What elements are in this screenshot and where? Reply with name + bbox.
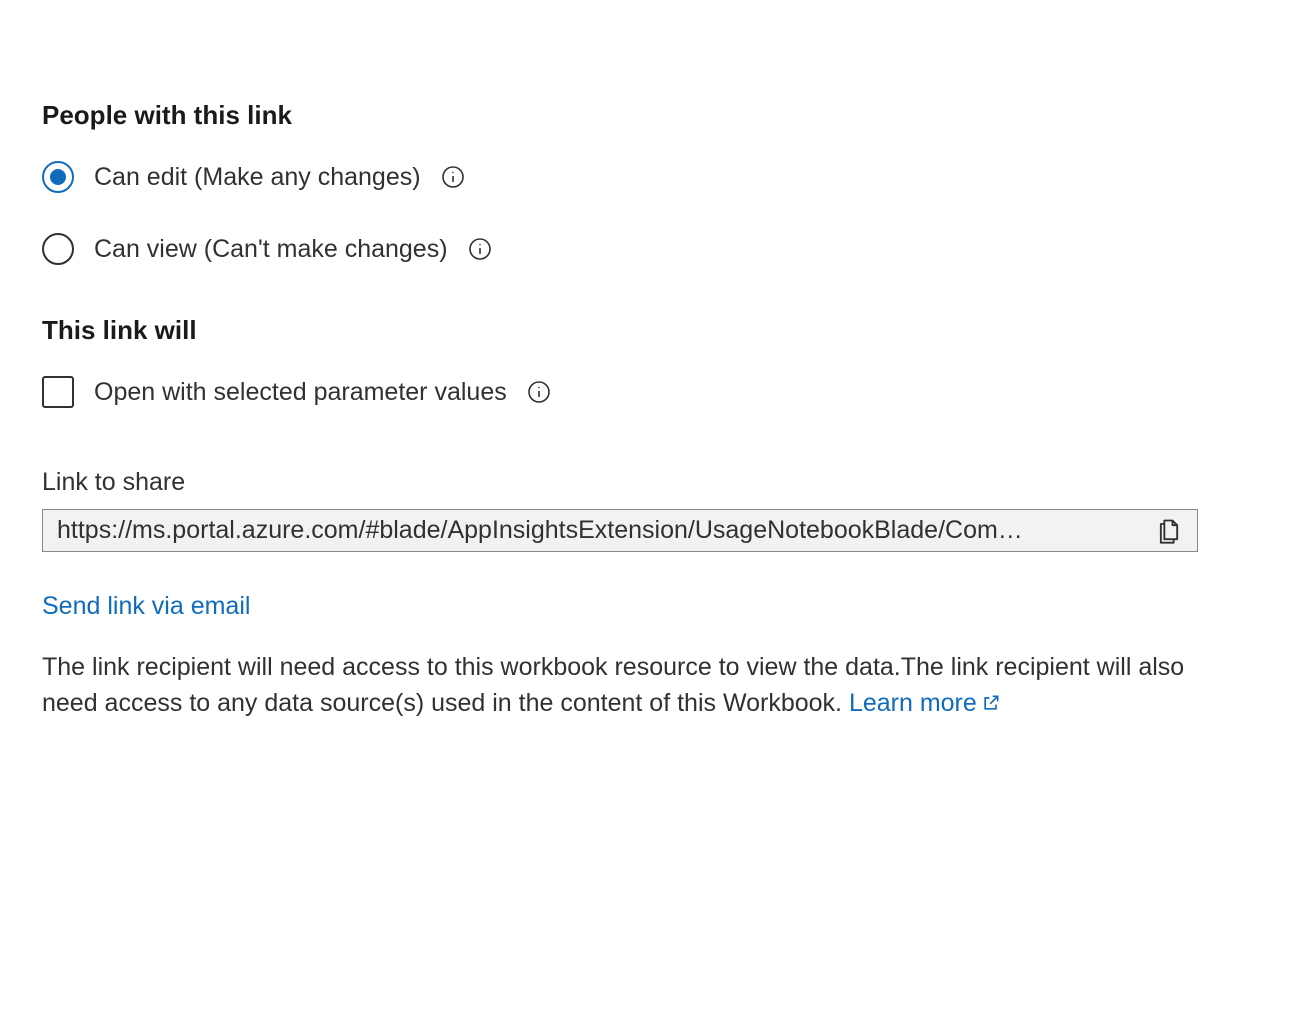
radio-row-can-edit[interactable]: Can edit (Make any changes) bbox=[42, 161, 1261, 193]
external-link-icon bbox=[981, 693, 1001, 713]
radio-can-edit-label: Can edit (Make any changes) bbox=[94, 163, 421, 192]
copy-icon[interactable] bbox=[1155, 517, 1183, 545]
permissions-radio-group: Can edit (Make any changes) Can view (Ca… bbox=[42, 161, 1261, 265]
send-email-link[interactable]: Send link via email bbox=[42, 592, 250, 621]
link-to-share-label: Link to share bbox=[42, 468, 1261, 497]
permissions-heading: People with this link bbox=[42, 100, 1261, 131]
link-input-container bbox=[42, 509, 1198, 552]
info-icon[interactable] bbox=[527, 380, 551, 404]
info-icon[interactable] bbox=[441, 165, 465, 189]
link-will-heading: This link will bbox=[42, 315, 1261, 346]
footer-description: The link recipient will need access to t… bbox=[42, 649, 1198, 722]
learn-more-label: Learn more bbox=[849, 689, 977, 717]
radio-inner-dot bbox=[50, 169, 66, 185]
footer-description-text: The link recipient will need access to t… bbox=[42, 653, 1184, 717]
checkbox-open-params[interactable] bbox=[42, 376, 74, 408]
share-url-input[interactable] bbox=[57, 516, 1143, 545]
radio-can-edit[interactable] bbox=[42, 161, 74, 193]
checkbox-open-params-label: Open with selected parameter values bbox=[94, 378, 507, 407]
radio-row-can-view[interactable]: Can view (Can't make changes) bbox=[42, 233, 1261, 265]
radio-can-view[interactable] bbox=[42, 233, 74, 265]
checkbox-row-open-params[interactable]: Open with selected parameter values bbox=[42, 376, 1261, 408]
radio-can-view-label: Can view (Can't make changes) bbox=[94, 235, 448, 264]
learn-more-link[interactable]: Learn more bbox=[849, 689, 1001, 717]
info-icon[interactable] bbox=[468, 237, 492, 261]
